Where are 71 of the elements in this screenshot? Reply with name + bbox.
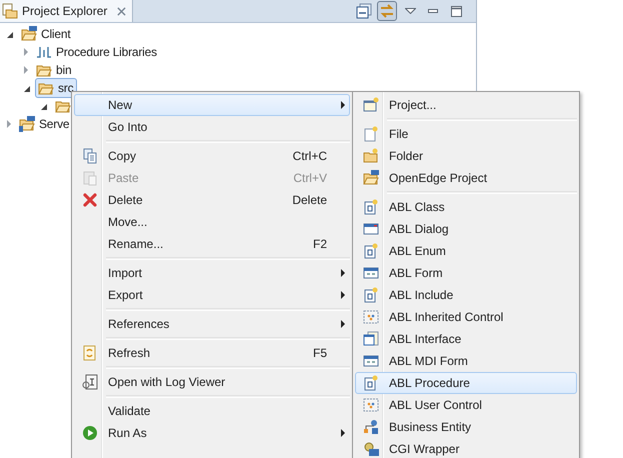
menu-item[interactable]: Export	[74, 284, 350, 306]
expand-arrow-icon[interactable]	[7, 32, 13, 38]
tree-item[interactable]: Serve	[16, 114, 74, 134]
dialog-icon	[363, 221, 379, 237]
menu-item[interactable]: Project...	[355, 94, 577, 116]
menu-item[interactable]: Validate	[74, 400, 350, 422]
menu-item[interactable]: ABL Procedure	[355, 372, 577, 394]
abl-file-icon	[363, 375, 379, 391]
menu-item[interactable]: ABL User Control	[355, 394, 577, 416]
interface-icon	[363, 331, 379, 347]
form-icon	[363, 353, 379, 369]
collapse-all-icon	[356, 3, 372, 19]
menu-item[interactable]: Delete Delete	[74, 189, 350, 211]
abl-file-icon	[363, 199, 379, 215]
project-folder-icon	[21, 26, 37, 42]
toolbar-button[interactable]	[354, 1, 374, 21]
log-viewer-icon	[82, 374, 98, 390]
form-icon	[363, 265, 379, 281]
entity-icon	[363, 419, 379, 435]
menu-item[interactable]: ABL Include	[355, 284, 577, 306]
menu-item[interactable]: Refresh F5	[74, 342, 350, 364]
menu-item[interactable]: Folder	[355, 145, 577, 167]
menu-item[interactable]: Run As	[74, 422, 350, 444]
close-icon[interactable]	[117, 6, 126, 16]
minimize-icon	[428, 9, 438, 13]
paste-icon	[82, 170, 98, 186]
view-tab[interactable]: Project Explorer	[0, 0, 134, 22]
refresh-icon	[82, 345, 98, 361]
menu-item[interactable]: References	[74, 313, 350, 335]
menu-item[interactable]: Rename... F2	[74, 233, 350, 255]
menu-item[interactable]: OpenEdge Project	[355, 167, 577, 189]
copy-icon	[82, 148, 98, 164]
control-icon	[363, 309, 379, 325]
menu-item[interactable]: ABL Interface	[355, 328, 577, 350]
library-icon	[36, 44, 52, 60]
new-window-icon	[363, 97, 379, 113]
menu-item[interactable]: File	[355, 123, 577, 145]
menu-item[interactable]: Import	[74, 262, 350, 284]
abl-file-icon	[363, 243, 379, 259]
menu-item[interactable]: ABL Enum	[355, 240, 577, 262]
wrapper-icon	[363, 441, 379, 457]
project-folder-icon	[19, 116, 35, 132]
expand-arrow-icon[interactable]	[41, 104, 47, 110]
explorer-icon	[2, 3, 18, 19]
toolbar-button[interactable]	[377, 1, 397, 21]
tree-item[interactable]: Procedure Libraries	[33, 42, 161, 62]
run-icon	[82, 425, 98, 441]
new-file-icon	[363, 126, 379, 142]
project-folder-icon	[363, 170, 379, 186]
menu-item[interactable]: ABL Form	[355, 262, 577, 284]
abl-file-icon	[363, 287, 379, 303]
menu-item[interactable]: ABL Class	[355, 196, 577, 218]
menu-item[interactable]: Open with Log Viewer	[74, 371, 350, 393]
menu-item[interactable]: CGI Wrapper	[355, 438, 577, 458]
menu-item[interactable]: Move...	[74, 211, 350, 233]
menu-item[interactable]: ABL Inherited Control	[355, 306, 577, 328]
menu-item[interactable]: ABL MDI Form	[355, 350, 577, 372]
new-folder-icon	[363, 148, 379, 164]
control-icon	[363, 397, 379, 413]
tree-item[interactable]: src	[35, 78, 78, 98]
dropdown-icon	[404, 8, 416, 14]
tree-item[interactable]: Client	[18, 24, 74, 44]
maximize-icon	[450, 6, 462, 16]
delete-icon	[82, 192, 98, 208]
menu-item[interactable]: Copy Ctrl+C	[74, 145, 350, 167]
menu-item[interactable]: ABL Dialog	[355, 218, 577, 240]
menu-item[interactable]: Business Entity	[355, 416, 577, 438]
tree-item[interactable]: bin	[33, 60, 76, 80]
menu-item[interactable]: Go Into	[74, 116, 350, 138]
sync-arrows-icon	[379, 3, 395, 19]
menu-item[interactable]: New	[74, 94, 350, 116]
